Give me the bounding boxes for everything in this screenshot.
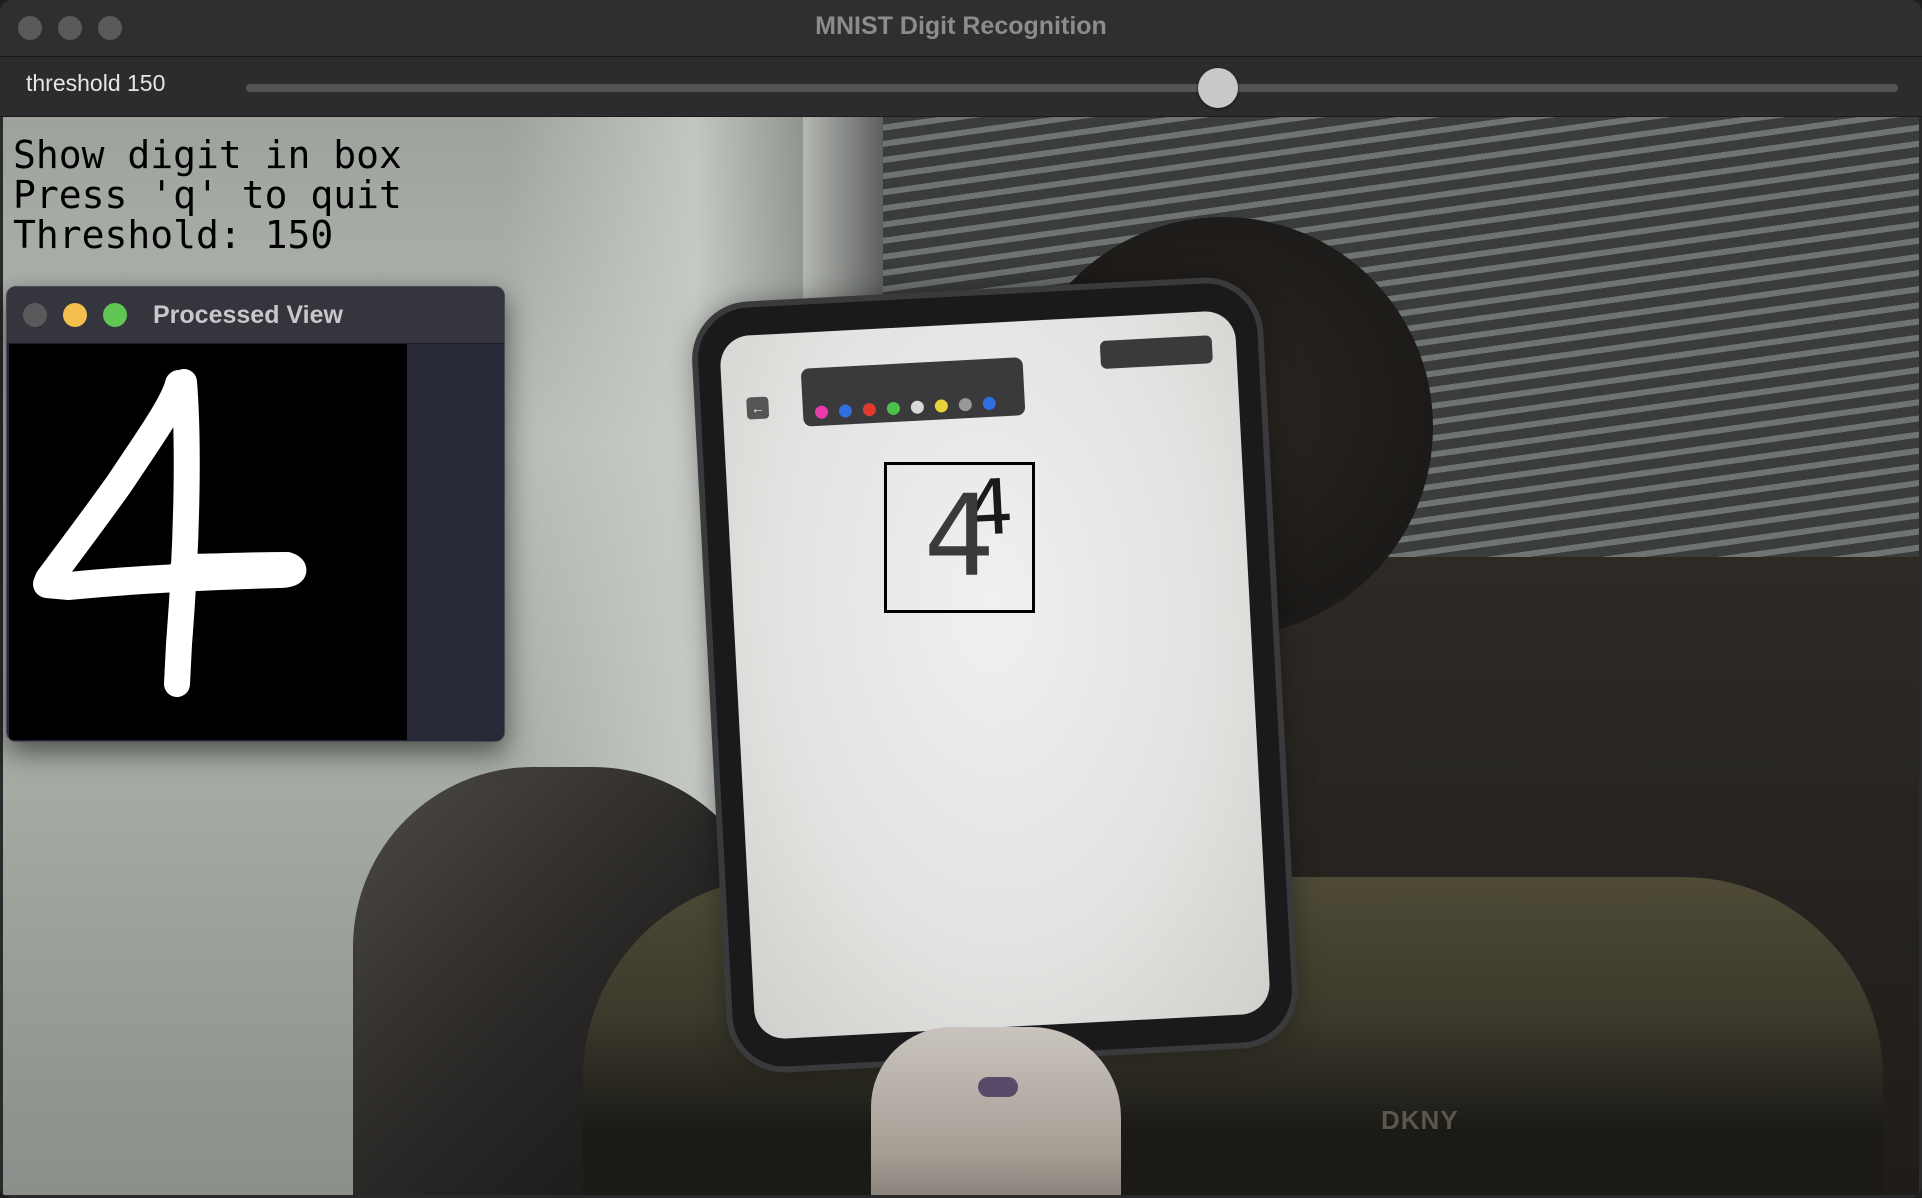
title-bar: MNIST Digit Recognition xyxy=(0,0,1922,57)
minimize-icon[interactable] xyxy=(63,303,87,327)
threshold-readout: Threshold: 150 xyxy=(13,213,334,257)
instruction-line-2: Press 'q' to quit xyxy=(13,173,402,217)
color-dot-white xyxy=(910,400,925,415)
drawing-toolbar xyxy=(800,357,1026,427)
tablet-device: ← 4 xyxy=(695,280,1295,1070)
color-dot-blue-2 xyxy=(982,396,997,411)
instruction-line-1: Show digit in box xyxy=(13,133,402,177)
processed-view-title-bar: Processed View xyxy=(7,287,504,344)
threshold-slider-track[interactable] xyxy=(246,84,1898,92)
color-dot-green xyxy=(886,401,901,416)
processed-view-title: Processed View xyxy=(153,301,343,329)
detection-box: 4 xyxy=(884,462,1035,613)
processed-digit-image xyxy=(9,344,407,740)
zoom-icon[interactable] xyxy=(103,303,127,327)
back-icon: ← xyxy=(746,396,770,420)
processed-view-padding xyxy=(407,344,504,741)
ring xyxy=(978,1077,1018,1097)
main-window: MNIST Digit Recognition threshold 150 DK… xyxy=(0,0,1922,1198)
color-dot-blue xyxy=(838,404,853,418)
window-title: MNIST Digit Recognition xyxy=(815,12,1107,40)
color-dot-yellow xyxy=(934,399,949,413)
drawn-digit: 4 xyxy=(923,472,996,602)
close-icon[interactable] xyxy=(23,303,47,327)
threshold-slider-thumb[interactable] xyxy=(1197,68,1238,108)
color-dot-red xyxy=(862,402,877,417)
processed-view-window: Processed View xyxy=(6,286,505,742)
shirt-brand-text: DKNY xyxy=(1381,1105,1459,1135)
threshold-label: threshold 150 xyxy=(26,70,166,96)
trackbar-panel: threshold 150 xyxy=(0,57,1922,117)
drawing-toolbar-right xyxy=(1099,335,1213,370)
tablet-screen: ← 4 xyxy=(718,309,1272,1041)
hand xyxy=(871,1027,1121,1195)
color-dot-gray xyxy=(958,397,973,412)
color-dot-pink xyxy=(814,405,829,420)
processed-digit-4 xyxy=(33,369,307,697)
